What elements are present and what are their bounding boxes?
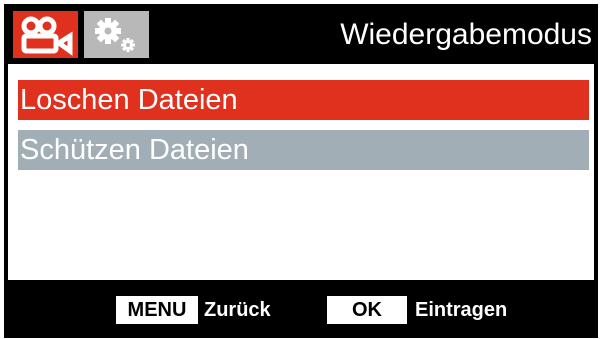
video-camera-icon xyxy=(21,16,73,56)
tab-settings[interactable] xyxy=(84,11,149,58)
gears-icon xyxy=(95,18,135,52)
menu-key-action: Zurück xyxy=(204,299,271,321)
ok-key[interactable]: OK xyxy=(327,296,407,324)
header-bar: Wiedergabemodus xyxy=(4,4,598,64)
menu-item-delete-files[interactable]: Loschen Dateien xyxy=(18,80,589,120)
menu-list: Loschen Dateien Schützen Dateien xyxy=(8,64,594,280)
ok-key-action: Eintragen xyxy=(415,299,508,321)
dashcam-screen: Wiedergabemodus Loschen Dateien Schützen… xyxy=(4,4,598,338)
page-title: Wiedergabemodus xyxy=(340,18,592,51)
footer-bar: MENU Zurück OK Eintragen xyxy=(4,280,598,338)
menu-item-protect-files[interactable]: Schützen Dateien xyxy=(18,130,589,170)
menu-key[interactable]: MENU xyxy=(116,296,198,324)
tab-video[interactable] xyxy=(13,11,78,58)
